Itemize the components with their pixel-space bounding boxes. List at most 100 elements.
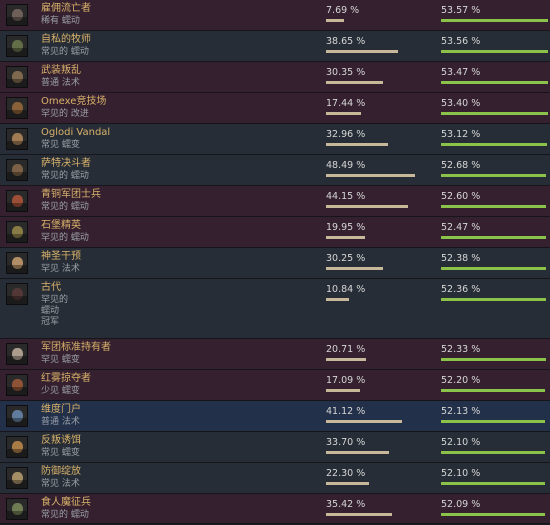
table-row[interactable]: 食人魔征兵 常见的 蠕动 35.42 % 52.09 % <box>0 494 550 524</box>
card-type: 罕见的 蠕动 <box>41 233 89 244</box>
card-type-part: 冠军 <box>41 317 60 327</box>
hero-portrait-icon <box>6 467 28 489</box>
pick-rate-value: 38.65 % <box>326 36 366 47</box>
card-type-part: 蠕变 <box>61 355 80 365</box>
hero-portrait-icon <box>6 4 28 26</box>
pick-rate-bar <box>326 513 392 516</box>
pick-rate-value: 32.96 % <box>326 129 366 140</box>
card-name: 雇佣流亡者 <box>41 3 91 14</box>
card-name: 军团标准持有者 <box>41 342 111 353</box>
win-rate-value: 53.57 % <box>441 5 481 16</box>
card-name: Omexe竞技场 <box>41 96 107 107</box>
card-type-part: 蠕动 <box>70 171 89 181</box>
table-row[interactable]: 军团标准持有者 罕见 蠕变 20.71 % 52.33 % <box>0 339 550 370</box>
win-rate-value: 52.10 % <box>441 437 481 448</box>
card-type-part: 蠕动 <box>70 47 89 57</box>
pick-rate-bar <box>326 143 388 146</box>
hero-portrait-icon <box>6 252 28 274</box>
win-rate-bar <box>441 451 545 454</box>
win-rate-value: 53.56 % <box>441 36 481 47</box>
table-row[interactable]: 古代 罕见的 蠕动 冠军 10.84 % 52.36 % <box>0 279 550 339</box>
card-type-part: 常见的 <box>41 202 69 212</box>
table-row[interactable]: Omexe竞技场 罕见的 改进 17.44 % 53.40 % <box>0 93 550 124</box>
hero-portrait-icon <box>6 374 28 396</box>
pick-rate-value: 7.69 % <box>326 5 360 16</box>
card-type: 普通 法术 <box>41 417 80 428</box>
card-type: 少见 蠕变 <box>41 386 80 397</box>
card-type: 罕见 蠕变 <box>41 355 80 366</box>
card-type-part: 常见 <box>41 448 60 458</box>
table-row[interactable]: 维度门户普通 法术 41.12 % 52.13 % <box>0 401 550 432</box>
pick-rate-value: 33.70 % <box>326 437 366 448</box>
card-type-part: 普通 <box>41 78 60 88</box>
card-name: 石堡精英 <box>41 220 81 231</box>
pick-rate-value: 35.42 % <box>326 499 366 510</box>
win-rate-bar <box>441 482 545 485</box>
card-type-part: 法术 <box>61 264 80 274</box>
card-type-part: 罕见 <box>41 355 60 365</box>
card-type: 稀有 蠕动 <box>41 16 80 27</box>
pick-rate-value: 48.49 % <box>326 160 366 171</box>
hero-portrait-icon <box>6 498 28 520</box>
hero-portrait-icon <box>6 128 28 150</box>
card-type-part: 蠕变 <box>61 386 80 396</box>
pick-rate-bar <box>326 174 415 177</box>
card-type: 常见的 蠕动 <box>41 47 89 58</box>
pick-rate-value: 17.09 % <box>326 375 366 386</box>
table-row[interactable]: 红雾掠夺者 少见 蠕变 17.09 % 52.20 % <box>0 370 550 401</box>
card-type: 常见 蠕变 <box>41 448 80 459</box>
table-row[interactable]: 石堡精英 罕见的 蠕动 19.95 % 52.47 % <box>0 217 550 248</box>
win-rate-bar <box>441 420 545 423</box>
card-name: Oglodi Vandal <box>41 127 111 138</box>
table-row[interactable]: 萨特决斗者 常见的 蠕动 48.49 % 52.68 % <box>0 155 550 186</box>
card-type-part: 蠕动 <box>70 202 89 212</box>
pick-rate-value: 44.15 % <box>326 191 366 202</box>
win-rate-bar <box>441 298 546 301</box>
card-name: 红雾掠夺者 <box>41 373 91 384</box>
card-type-part: 常见 <box>41 140 60 150</box>
card-type-part: 蠕变 <box>61 140 80 150</box>
card-type-part: 改进 <box>70 109 89 119</box>
win-rate-value: 52.13 % <box>441 406 481 417</box>
card-type: 罕见 法术 <box>41 264 80 275</box>
card-type-part: 法术 <box>61 78 80 88</box>
card-type-part: 常见的 <box>41 47 69 57</box>
table-row[interactable]: 雇佣流亡者稀有 蠕动 7.69 % 53.57 % <box>0 0 550 31</box>
card-type-part: 蠕变 <box>61 448 80 458</box>
card-type-part: 蠕动 <box>61 16 80 26</box>
card-type-part: 罕见的 <box>41 295 69 305</box>
pick-rate-value: 41.12 % <box>326 406 366 417</box>
pick-rate-bar <box>326 50 398 53</box>
win-rate-value: 52.68 % <box>441 160 481 171</box>
win-rate-bar <box>441 236 546 239</box>
card-type-part: 常见的 <box>41 510 69 520</box>
pick-rate-value: 17.44 % <box>326 98 366 109</box>
hero-portrait-icon <box>6 97 28 119</box>
hero-portrait-icon <box>6 343 28 365</box>
card-type-part: 法术 <box>61 417 80 427</box>
win-rate-bar <box>441 205 546 208</box>
pick-rate-value: 10.84 % <box>326 284 366 295</box>
table-row[interactable]: 青铜军团士兵 常见的 蠕动 44.15 % 52.60 % <box>0 186 550 217</box>
win-rate-bar <box>441 143 547 146</box>
pick-rate-bar <box>326 81 383 84</box>
win-rate-bar <box>441 174 546 177</box>
table-row[interactable]: 神圣干预 罕见 法术 30.25 % 52.38 % <box>0 248 550 279</box>
table-row[interactable]: 防御绽放 常见 法术 22.30 % 52.10 % <box>0 463 550 494</box>
card-name: 食人魔征兵 <box>41 497 91 508</box>
table-row[interactable]: 自私的牧师 常见的 蠕动 38.65 % 53.56 % <box>0 31 550 62</box>
table-row[interactable]: 反叛诱饵 常见 蠕变 33.70 % 52.10 % <box>0 432 550 463</box>
win-rate-bar <box>441 358 546 361</box>
table-row[interactable]: Oglodi Vandal 常见 蠕变 32.96 % 53.12 % <box>0 124 550 155</box>
win-rate-value: 53.47 % <box>441 67 481 78</box>
pick-rate-bar <box>326 298 349 301</box>
card-name: 维度门户 <box>41 404 81 415</box>
table-row[interactable]: 武装叛乱 普通 法术 30.35 % 53.47 % <box>0 62 550 93</box>
card-type-part: 罕见的 <box>41 109 69 119</box>
card-type-part: 稀有 <box>41 16 60 26</box>
card-name: 武装叛乱 <box>41 65 81 76</box>
card-type-part: 蠕动 <box>70 510 89 520</box>
pick-rate-bar <box>326 267 383 270</box>
card-type-part: 蠕动 <box>41 306 60 316</box>
card-name: 青铜军团士兵 <box>41 189 101 200</box>
